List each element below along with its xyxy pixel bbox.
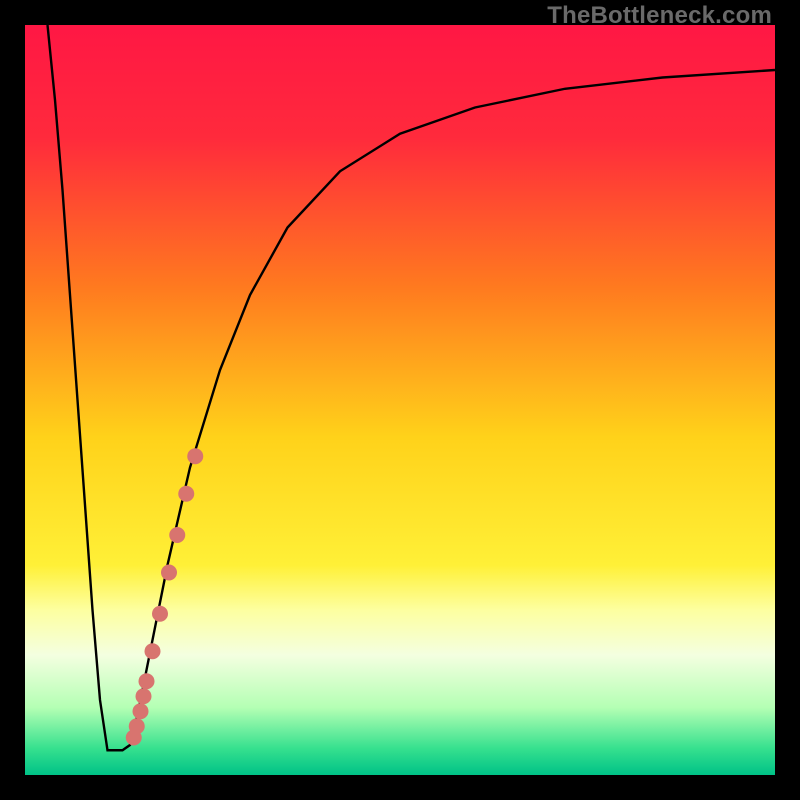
gradient-background (25, 25, 775, 775)
chart-frame (25, 25, 775, 775)
bottleneck-chart (25, 25, 775, 775)
data-marker (133, 703, 149, 719)
data-marker (178, 486, 194, 502)
data-marker (169, 527, 185, 543)
data-marker (161, 565, 177, 581)
data-marker (139, 673, 155, 689)
watermark-text: TheBottleneck.com (547, 2, 772, 30)
data-marker (152, 606, 168, 622)
data-marker (145, 643, 161, 659)
data-marker (187, 448, 203, 464)
data-marker (136, 688, 152, 704)
data-marker (129, 718, 145, 734)
